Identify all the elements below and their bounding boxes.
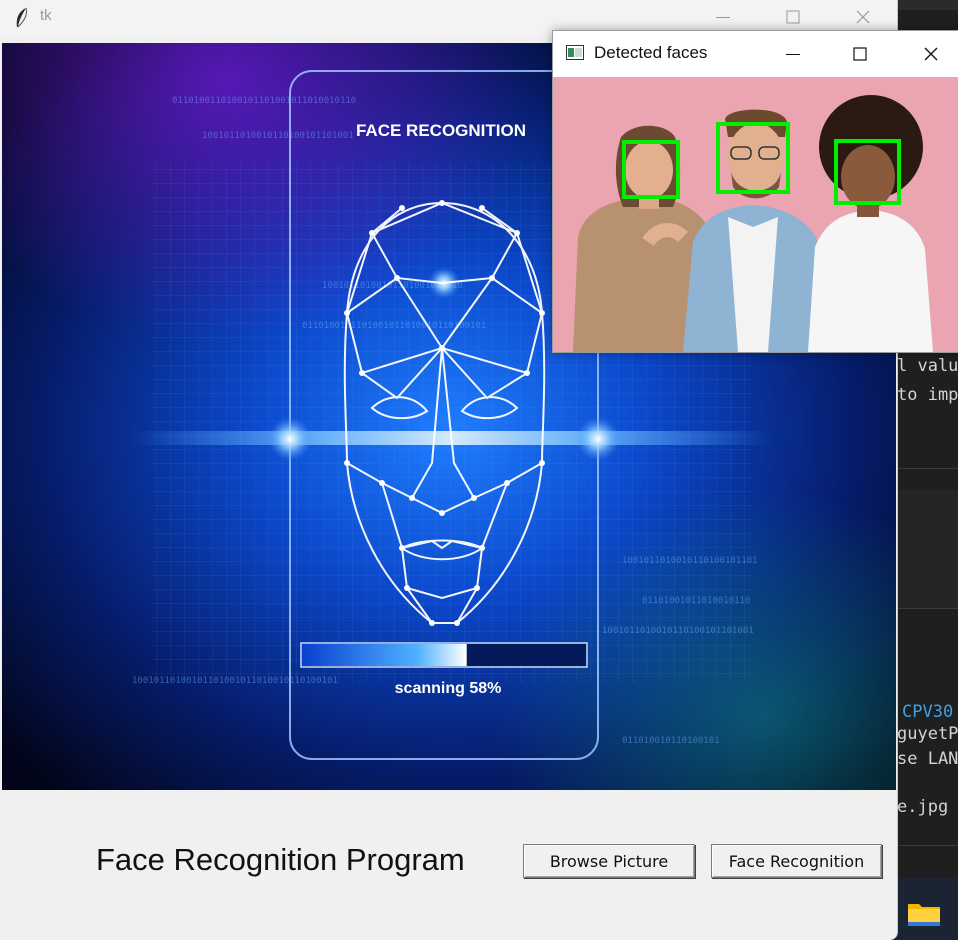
svg-text:01101001011010010110: 01101001011010010110	[642, 596, 750, 606]
card-title: FACE RECOGNITION	[356, 121, 526, 140]
app-window-icon	[566, 45, 584, 60]
close-button[interactable]	[840, 0, 886, 34]
svg-text:011010010110100101: 011010010110100101	[622, 736, 720, 746]
svg-text:011010011010010110100101101001: 0110100110100101101001011010010110	[172, 96, 356, 106]
faces-close-button[interactable]	[908, 37, 954, 71]
svg-text:1001011010010110100101101001: 1001011010010110100101101001	[602, 626, 754, 636]
editor-line: l valu	[897, 356, 958, 376]
maximize-icon	[853, 47, 867, 61]
faces-window-title: Detected faces	[594, 43, 708, 62]
program-title: Face Recognition Program	[96, 842, 465, 877]
minimize-icon	[786, 54, 800, 55]
scan-label: scanning 58%	[395, 680, 502, 697]
window-title: tk	[40, 7, 52, 24]
editor-line: to imp	[897, 385, 958, 405]
svg-text:1001011010010110100101101: 1001011010010110100101101	[622, 556, 757, 566]
svg-text:1001011010010110100101101001: 1001011010010110100101101001	[202, 131, 354, 141]
close-icon	[856, 10, 870, 24]
maximize-icon	[786, 10, 800, 24]
faces-maximize-button[interactable]	[837, 37, 883, 71]
maximize-button[interactable]	[770, 0, 816, 34]
minimize-icon	[716, 17, 730, 18]
faces-minimize-button[interactable]	[770, 37, 816, 71]
editor-line: e.jpg	[897, 797, 949, 817]
editor-line: se LAN	[897, 749, 958, 769]
detected-faces-window: Detected faces	[552, 30, 958, 353]
svg-text:100101101001011010010110100101: 10010110100101101001011010010110100101	[132, 676, 338, 686]
editor-line: CPV30	[902, 702, 954, 722]
editor-line: guyetP	[897, 724, 958, 744]
minimize-button[interactable]	[700, 0, 746, 34]
editor-top-strip	[895, 0, 958, 10]
face-recognition-button[interactable]: Face Recognition	[711, 844, 882, 878]
folder-icon[interactable]	[906, 898, 942, 928]
browse-picture-button[interactable]: Browse Picture	[523, 844, 695, 878]
faces-titlebar: Detected faces	[553, 31, 958, 77]
close-icon	[924, 47, 938, 61]
detected-faces-photo	[553, 77, 958, 352]
feather-icon	[16, 7, 27, 28]
editor-panel	[895, 490, 958, 608]
scan-progress-fill	[302, 644, 467, 666]
